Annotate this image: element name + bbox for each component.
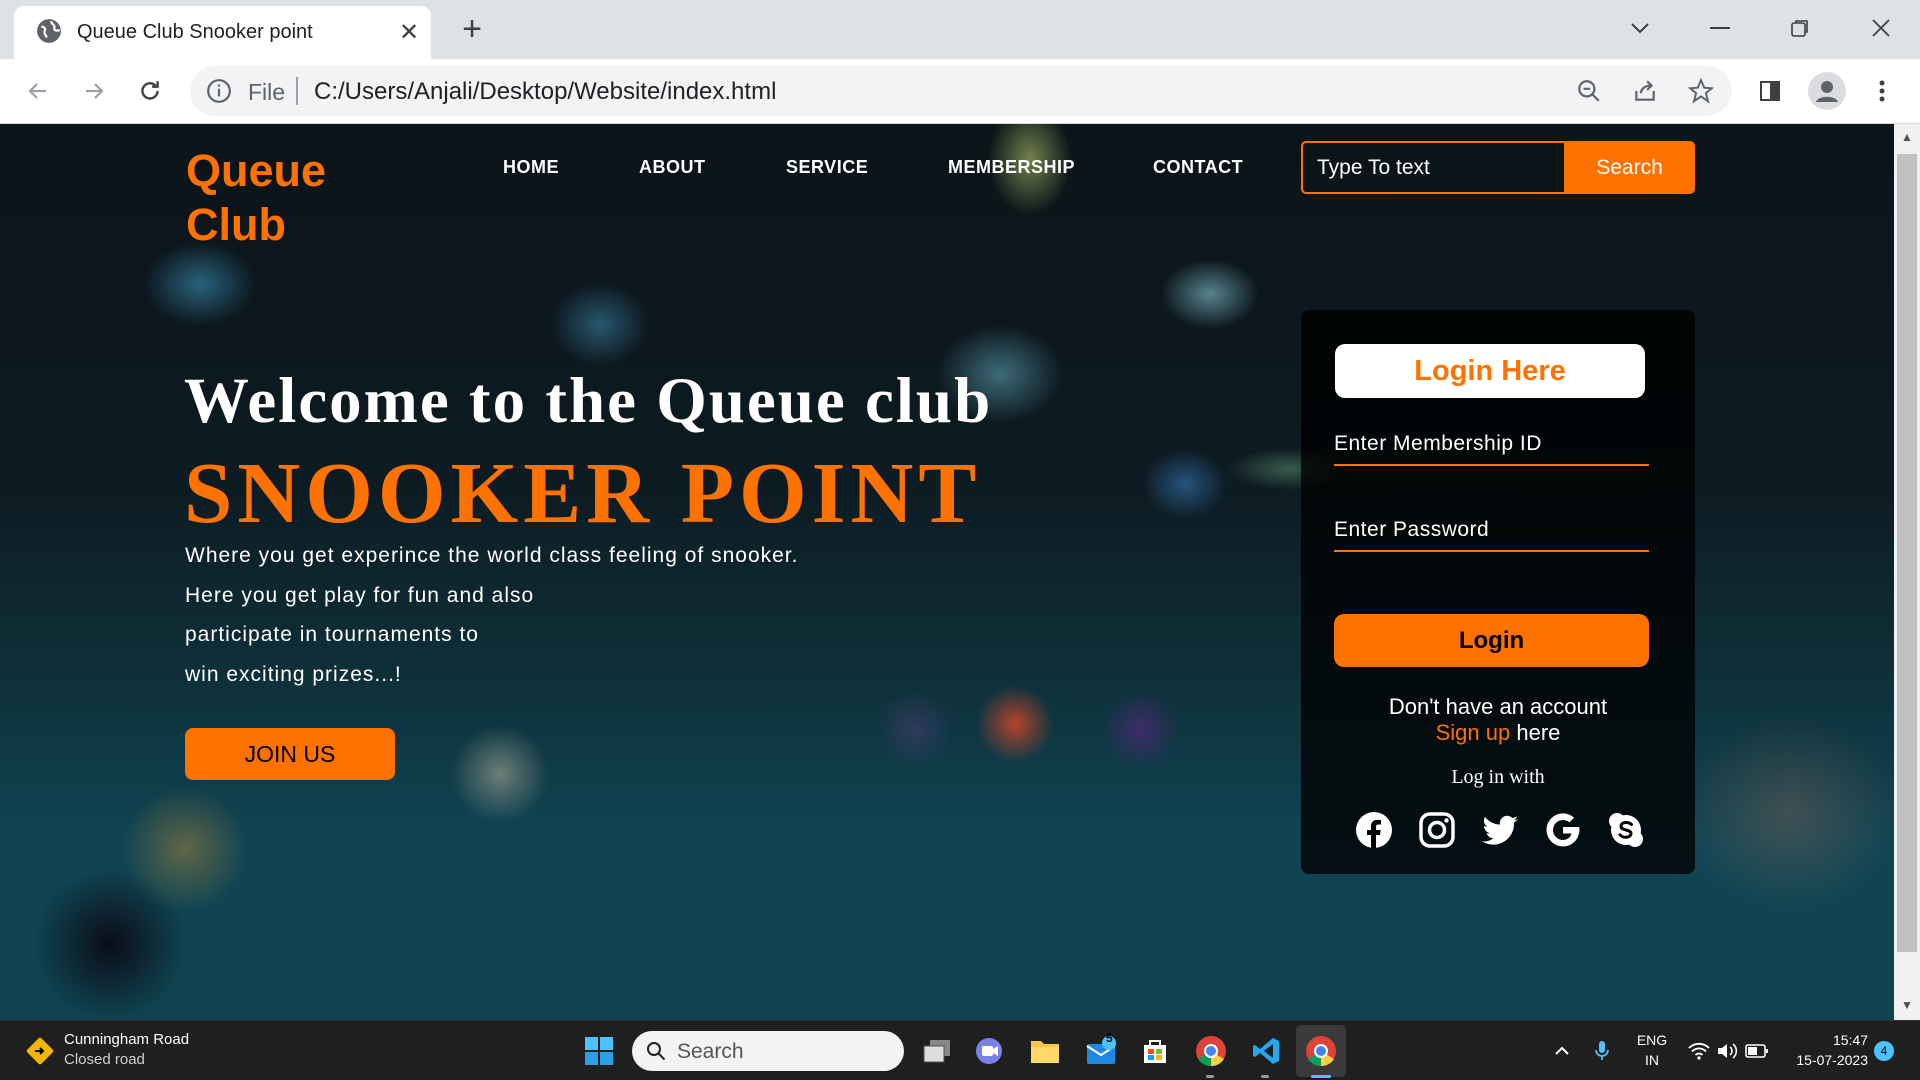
browser-toolbar: File C:/Users/Anjali/Desktop/Website/ind… — [0, 59, 1920, 124]
nav-service[interactable]: SERVICE — [786, 157, 868, 178]
hero-description-line: Here you get play for fun and also — [185, 584, 535, 607]
mail-badge: 5 — [1106, 1031, 1113, 1045]
signup-prompt: Don't have an account Sign up here — [1301, 694, 1695, 746]
active-indicator — [1311, 1075, 1331, 1078]
running-indicator — [1261, 1075, 1269, 1078]
facebook-icon[interactable] — [1354, 810, 1394, 850]
weather-widget-title[interactable]: Cunningham Road — [64, 1031, 189, 1048]
globe-icon — [37, 19, 61, 43]
twitter-icon[interactable] — [1480, 810, 1520, 850]
taskbar-search-label: Search — [677, 1040, 744, 1063]
teams-chat-icon[interactable] — [971, 1033, 1007, 1069]
password-field[interactable]: Enter Password — [1334, 512, 1649, 552]
nav-about[interactable]: ABOUT — [639, 157, 706, 178]
scroll-down-arrow-icon[interactable]: ▼ — [1900, 998, 1914, 1012]
clock-time[interactable]: 15:47 — [1818, 1032, 1868, 1048]
language-indicator[interactable]: ENG — [1636, 1032, 1668, 1048]
tab-search-chevron-icon[interactable] — [1620, 8, 1660, 48]
windows-taskbar: Cunningham Road Closed road Search 5 ENG… — [0, 1020, 1920, 1080]
address-scheme: File — [248, 79, 286, 105]
instagram-icon[interactable] — [1417, 810, 1457, 850]
back-arrow-icon[interactable] — [20, 73, 56, 109]
close-window-button[interactable] — [1861, 8, 1901, 48]
membership-id-field[interactable]: Enter Membership ID — [1334, 426, 1649, 466]
browser-tab-strip: Queue Club Snooker point ✕ + — [0, 0, 1920, 59]
logo-line-2: Club — [186, 199, 286, 250]
taskbar-search-box[interactable]: Search — [632, 1031, 904, 1071]
google-icon[interactable] — [1543, 810, 1583, 850]
nav-membership[interactable]: MEMBERSHIP — [948, 157, 1075, 178]
hero-subtitle: SNOOKER POINT — [184, 444, 982, 541]
site-search-button[interactable]: Search — [1564, 141, 1695, 194]
address-url[interactable]: C:/Users/Anjali/Desktop/Website/index.ht… — [314, 78, 776, 106]
person-icon — [1816, 81, 1838, 102]
address-bar[interactable]: File C:/Users/Anjali/Desktop/Website/ind… — [190, 66, 1732, 116]
microsoft-store-icon[interactable] — [1137, 1033, 1173, 1069]
search-icon — [647, 1042, 666, 1061]
forward-arrow-icon[interactable] — [76, 73, 112, 109]
file-explorer-icon[interactable] — [1027, 1033, 1063, 1069]
mail-icon[interactable]: 5 — [1083, 1031, 1119, 1069]
microphone-icon[interactable] — [1584, 1033, 1620, 1069]
hero-description-line: Where you get experince the world class … — [185, 544, 799, 567]
reload-icon[interactable] — [132, 73, 168, 109]
login-form: Login Here Enter Membership ID Enter Pas… — [1301, 310, 1695, 874]
no-account-text: Don't have an account — [1388, 694, 1608, 719]
browser-tab[interactable]: Queue Club Snooker point ✕ — [14, 6, 431, 59]
nav-home[interactable]: HOME — [503, 157, 559, 178]
side-panel-icon[interactable] — [1752, 73, 1788, 109]
wifi-icon[interactable] — [1684, 1033, 1714, 1069]
battery-icon[interactable] — [1742, 1033, 1772, 1069]
info-icon[interactable] — [206, 78, 232, 104]
page-scrollbar[interactable]: ▲ ▼ — [1894, 124, 1920, 1020]
site-search-input[interactable]: Type To text — [1301, 141, 1564, 194]
task-view-icon[interactable] — [919, 1033, 955, 1069]
login-button[interactable]: Login — [1334, 614, 1649, 667]
weather-widget-subtitle[interactable]: Closed road — [64, 1051, 145, 1068]
more-options-icon[interactable] — [1864, 73, 1900, 109]
signup-link[interactable]: Sign up — [1436, 720, 1511, 745]
hero-title: Welcome to the Queue club — [184, 365, 993, 437]
vscode-icon[interactable] — [1248, 1033, 1284, 1069]
notification-badge[interactable]: 4 — [1874, 1041, 1894, 1061]
chrome-active-icon[interactable] — [1303, 1033, 1339, 1069]
traffic-warning-icon[interactable] — [26, 1037, 54, 1065]
address-separator — [296, 77, 298, 105]
zoom-icon[interactable] — [1574, 76, 1604, 106]
nav-contact[interactable]: CONTACT — [1153, 157, 1243, 178]
scrollbar-thumb[interactable] — [1897, 154, 1917, 952]
login-with-label: Log in with — [1451, 766, 1545, 788]
scroll-up-arrow-icon[interactable]: ▲ — [1900, 130, 1914, 144]
hero-description-line: win exciting prizes...! — [185, 663, 402, 686]
profile-avatar[interactable] — [1808, 72, 1846, 110]
site-logo[interactable]: Queue Club — [186, 144, 326, 252]
signup-suffix: here — [1510, 720, 1561, 745]
tab-title: Queue Club Snooker point — [77, 21, 313, 43]
new-tab-button[interactable]: + — [455, 12, 489, 48]
running-indicator — [1206, 1075, 1214, 1078]
close-tab-icon[interactable]: ✕ — [394, 17, 424, 47]
minimize-button[interactable] — [1700, 8, 1740, 48]
logo-line-1: Queue — [186, 145, 327, 196]
chrome-icon[interactable] — [1193, 1033, 1229, 1069]
language-region[interactable]: IN — [1636, 1052, 1668, 1068]
skype-icon[interactable] — [1606, 810, 1646, 850]
windows-start-icon[interactable] — [584, 1036, 614, 1066]
login-title: Login Here — [1335, 344, 1645, 398]
bookmark-star-icon[interactable] — [1686, 76, 1716, 106]
web-page: Queue Club HOME ABOUT SERVICE MEMBERSHIP… — [0, 124, 1894, 1020]
join-us-button[interactable]: JOIN US — [185, 728, 395, 780]
chevron-up-icon[interactable] — [1544, 1033, 1580, 1069]
volume-icon[interactable] — [1712, 1033, 1742, 1069]
share-icon[interactable] — [1630, 76, 1660, 106]
clock-date[interactable]: 15-07-2023 — [1778, 1052, 1868, 1068]
hero-description-line: participate in tournaments to — [185, 623, 479, 646]
restore-button[interactable] — [1780, 8, 1820, 48]
